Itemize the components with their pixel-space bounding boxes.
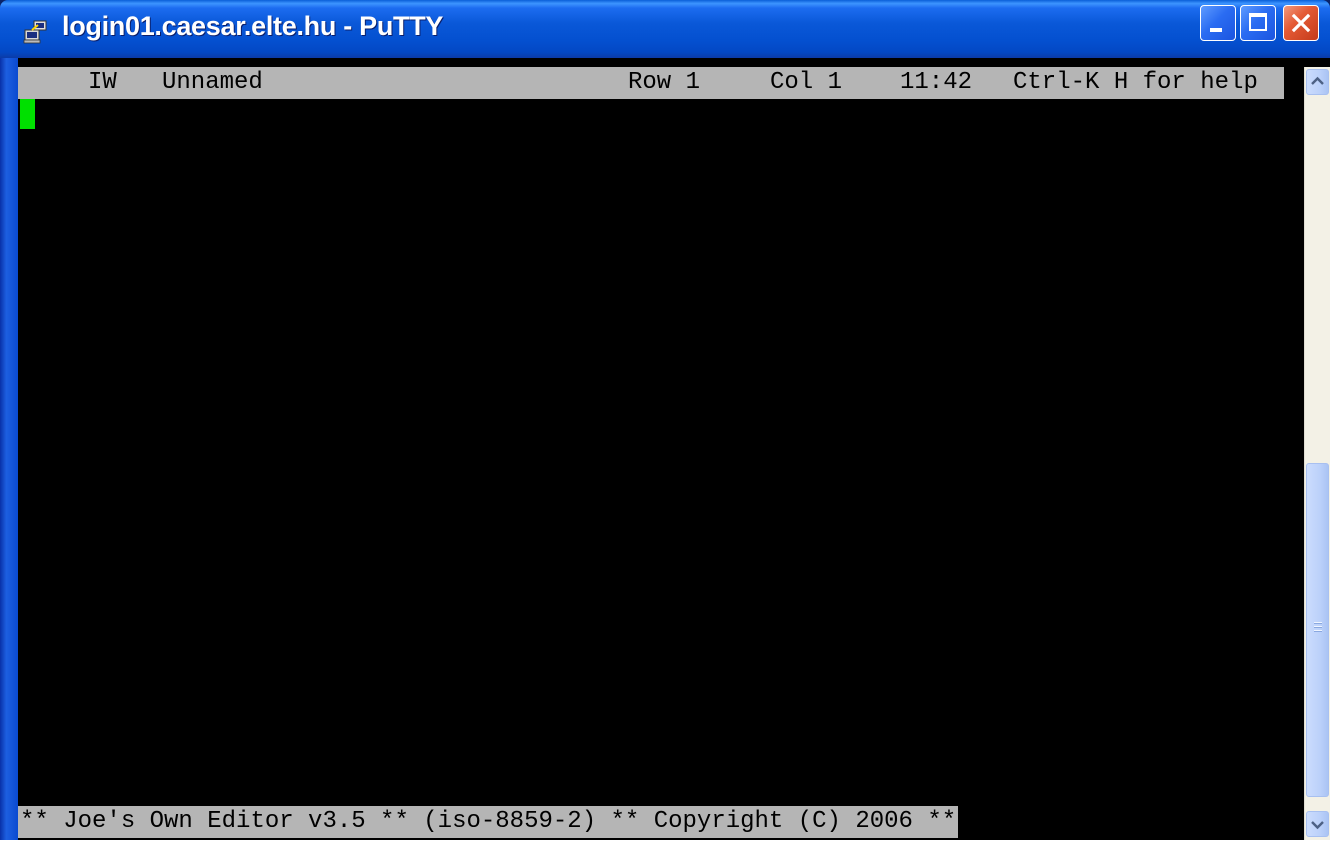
scrollbar-thumb[interactable] [1306, 463, 1329, 797]
maximize-button[interactable] [1240, 5, 1276, 41]
minimize-icon [1210, 28, 1222, 32]
status-mode: IW [88, 69, 117, 96]
window-frame-left [0, 58, 18, 840]
text-cursor [20, 99, 35, 129]
status-col: Col 1 [770, 69, 843, 96]
maximize-icon [1249, 13, 1267, 31]
terminal-area[interactable]: IW Unnamed Row 1 Col 1 11:42 Ctrl-K H fo… [18, 67, 1304, 840]
arrow-down-icon [1311, 821, 1324, 830]
putty-icon [23, 20, 47, 44]
title-bar[interactable]: login01.caesar.elte.hu - PuTTY [0, 0, 1330, 58]
status-help: Ctrl-K H for help [1013, 69, 1258, 96]
vertical-scrollbar[interactable] [1304, 67, 1330, 840]
scroll-up-button[interactable] [1306, 69, 1329, 95]
status-row: Row 1 [628, 69, 701, 96]
grip-icon [1314, 622, 1322, 634]
editor-status-bar: IW Unnamed Row 1 Col 1 11:42 Ctrl-K H fo… [18, 67, 1284, 99]
close-icon [1291, 13, 1311, 33]
status-filename: Unnamed [162, 69, 263, 96]
close-button[interactable] [1283, 5, 1319, 41]
editor-message: ** Joe's Own Editor v3.5 ** (iso-8859-2)… [20, 808, 957, 835]
minimize-button[interactable] [1200, 5, 1236, 41]
editor-message-bar: ** Joe's Own Editor v3.5 ** (iso-8859-2)… [18, 806, 959, 838]
arrow-up-icon [1311, 76, 1324, 85]
scrollbar-top-padding [1304, 58, 1330, 67]
terminal-top-padding [18, 58, 1304, 67]
scroll-down-button[interactable] [1306, 811, 1329, 837]
putty-window: login01.caesar.elte.hu - PuTTY IW Unname… [0, 0, 1330, 840]
window-title: login01.caesar.elte.hu - PuTTY [62, 11, 444, 41]
status-time: 11:42 [900, 69, 973, 96]
